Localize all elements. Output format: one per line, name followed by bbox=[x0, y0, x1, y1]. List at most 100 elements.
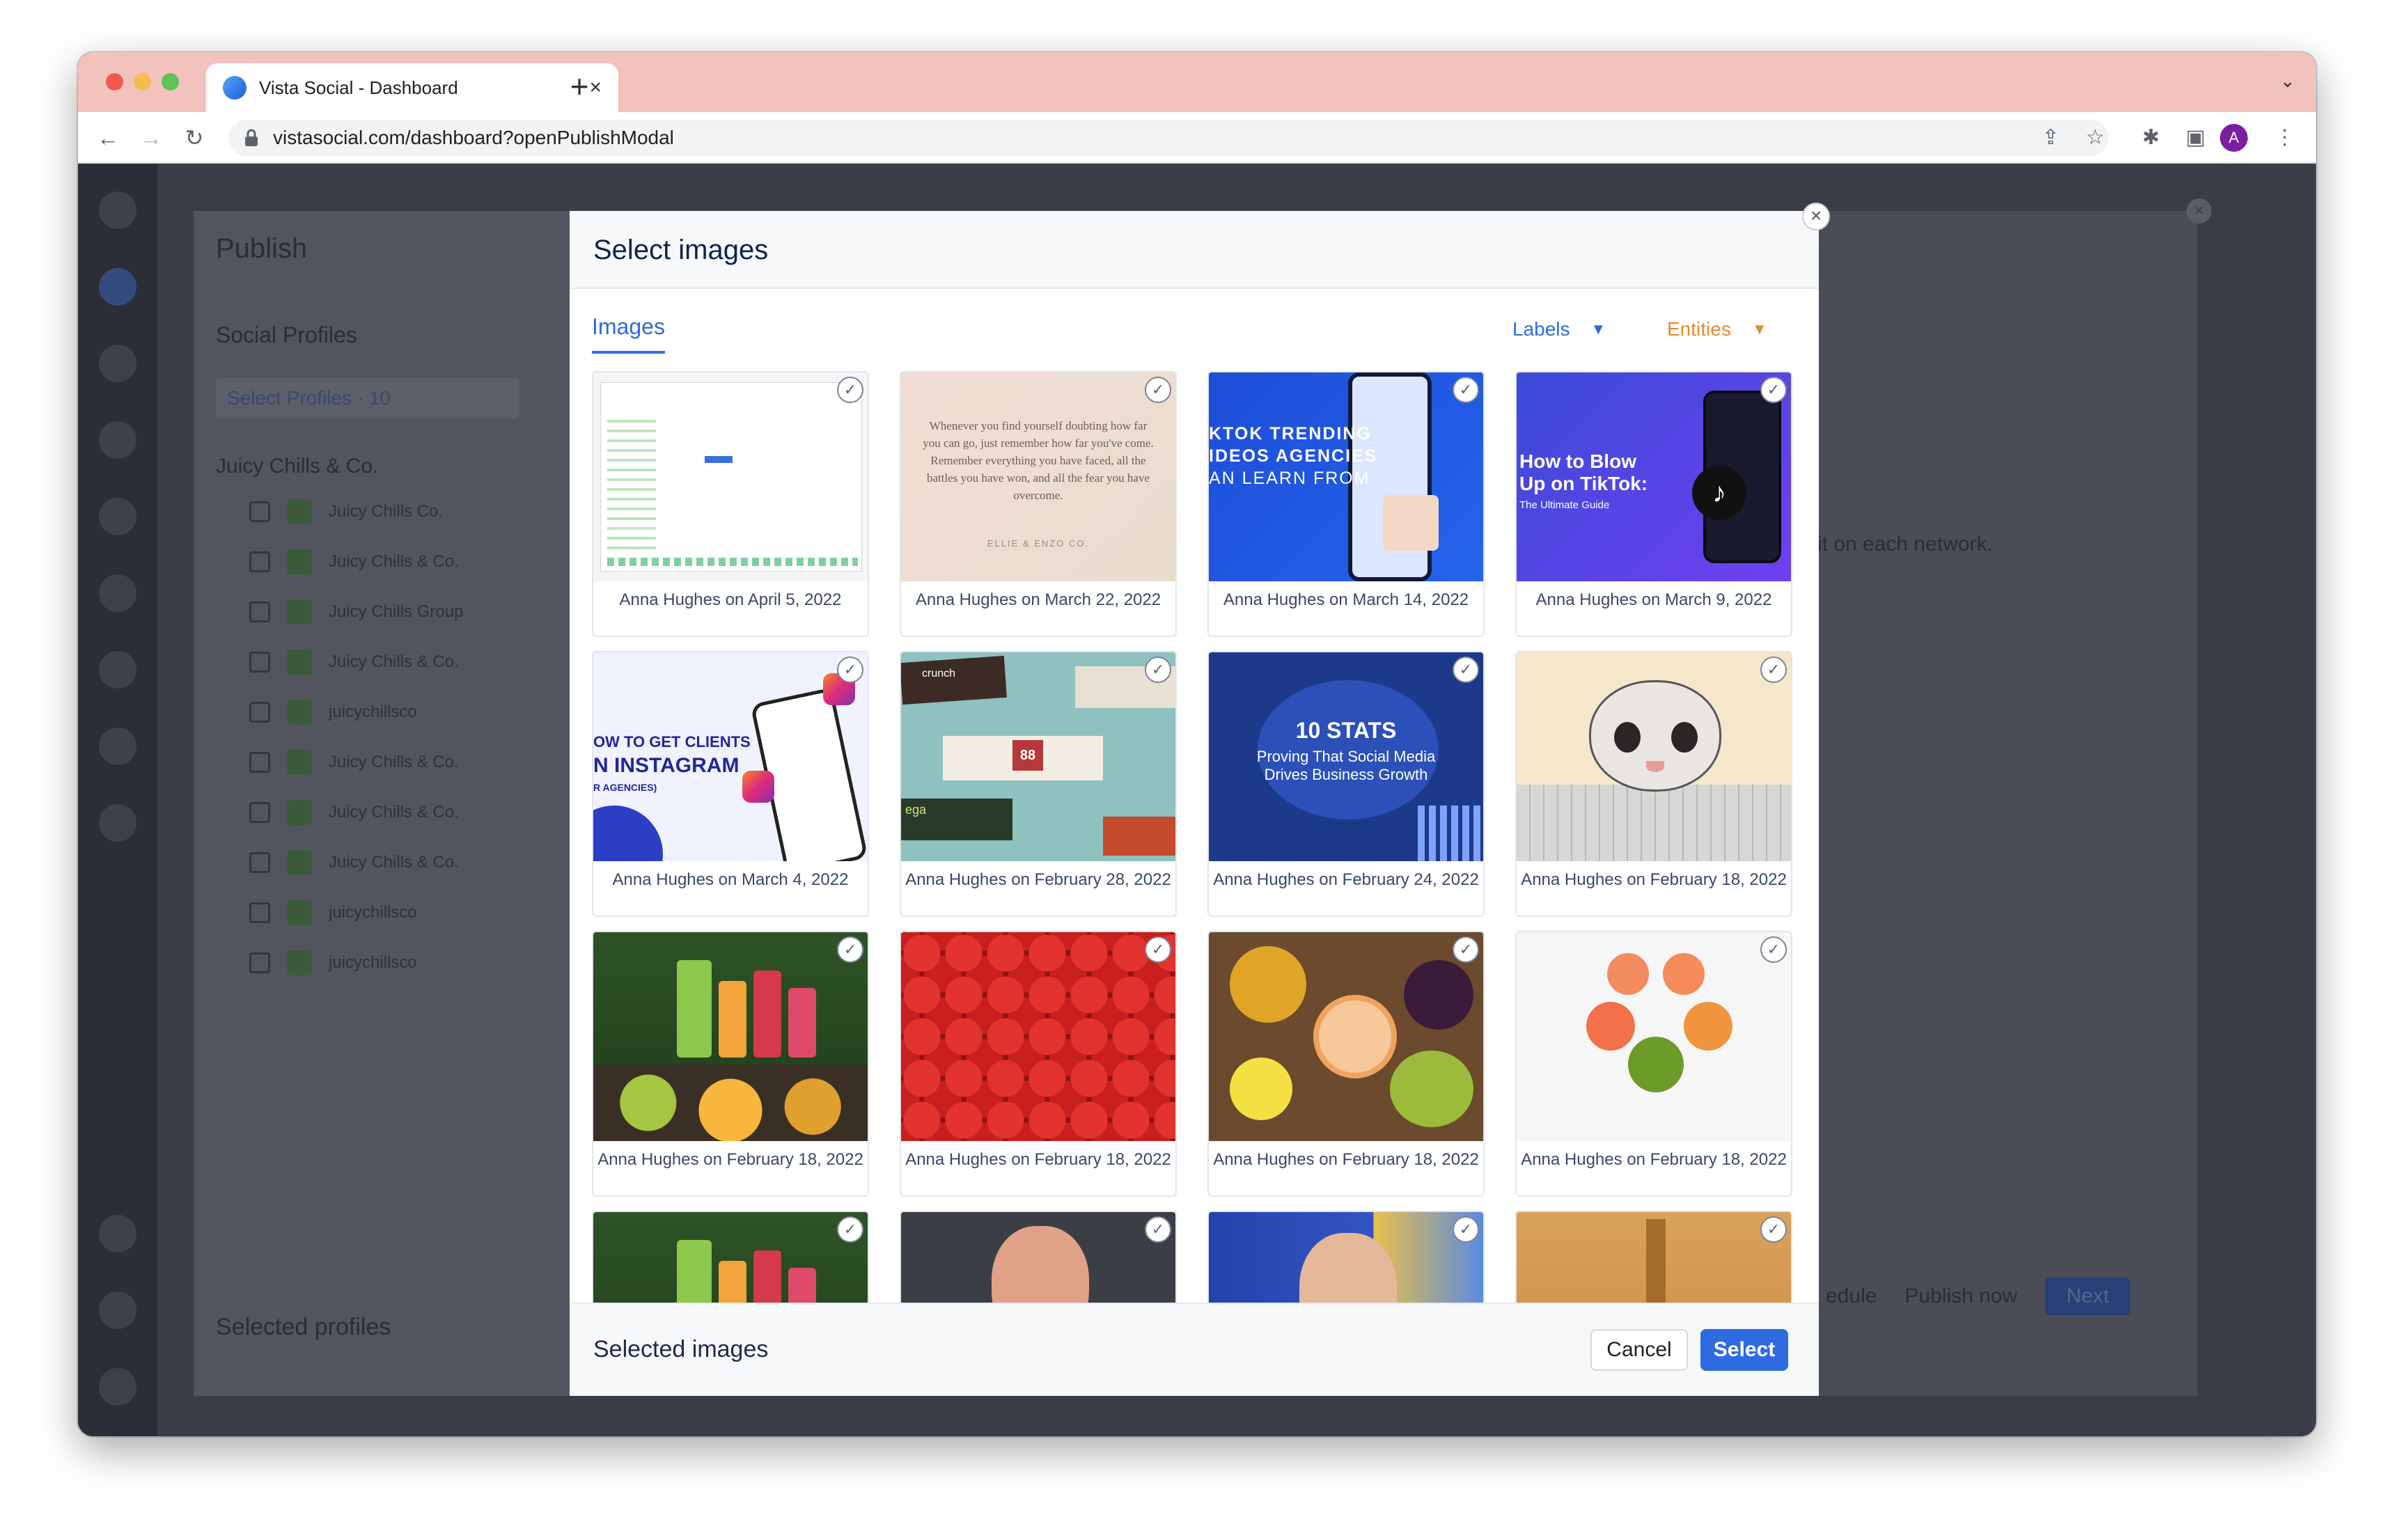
image-card[interactable]: ✓ bbox=[1207, 1211, 1485, 1303]
extensions-icon[interactable]: ✱ bbox=[2135, 122, 2167, 154]
image-thumbnail[interactable]: ♪ How to Blow Up on TikTok: The Ultimate Gu… bbox=[1517, 372, 1791, 581]
calendar-icon[interactable] bbox=[99, 421, 136, 459]
schedule-option[interactable]: edule bbox=[1826, 1284, 1877, 1308]
image-card[interactable]: ✓ Anna Hughes on February 18, 2022 bbox=[1207, 931, 1485, 1197]
profile-row[interactable]: juicychillsco bbox=[249, 700, 417, 725]
select-check-icon[interactable]: ✓ bbox=[1760, 377, 1787, 403]
image-card[interactable]: ✓ Anna Hughes on February 18, 2022 bbox=[900, 931, 1177, 1197]
image-card[interactable]: ✓ bbox=[900, 1211, 1177, 1303]
profile-checkbox[interactable] bbox=[249, 501, 270, 522]
maximize-window-icon[interactable] bbox=[162, 73, 179, 91]
profile-checkbox[interactable] bbox=[249, 702, 270, 723]
image-thumbnail[interactable] bbox=[901, 932, 1175, 1141]
select-check-icon[interactable]: ✓ bbox=[1453, 657, 1479, 683]
profile-row[interactable]: juicychillsco bbox=[249, 900, 417, 925]
image-thumbnail[interactable] bbox=[593, 372, 868, 581]
profile-row[interactable]: Juicy Chills & Co. bbox=[249, 800, 459, 825]
share-icon[interactable]: ⇪ bbox=[2035, 122, 2067, 154]
forward-icon[interactable]: → bbox=[135, 122, 167, 154]
side-panel-icon[interactable]: ▣ bbox=[2180, 122, 2212, 154]
modal-close-button[interactable]: × bbox=[1802, 203, 1830, 230]
select-check-icon[interactable]: ✓ bbox=[1760, 1216, 1787, 1243]
image-thumbnail[interactable] bbox=[901, 1212, 1175, 1303]
select-check-icon[interactable]: ✓ bbox=[1145, 657, 1171, 683]
profile-row[interactable]: Juicy Chills & Co. bbox=[249, 549, 459, 574]
back-icon[interactable]: ← bbox=[92, 122, 124, 154]
image-card[interactable]: Whenever you find yourself doubting how … bbox=[900, 371, 1177, 637]
select-check-icon[interactable]: ✓ bbox=[1453, 1216, 1479, 1243]
help-icon[interactable] bbox=[99, 1291, 136, 1329]
address-bar[interactable]: vistasocial.com/dashboard?openPublishMod… bbox=[228, 120, 2109, 156]
profile-checkbox[interactable] bbox=[249, 652, 270, 673]
profile-avatar[interactable]: A bbox=[2220, 124, 2248, 152]
profile-group-name[interactable]: Juicy Chills & Co. bbox=[216, 455, 378, 478]
profile-row[interactable]: juicychillsco bbox=[249, 950, 417, 975]
bookmark-star-icon[interactable]: ☆ bbox=[2079, 122, 2111, 154]
image-thumbnail[interactable]: OW TO GET CLIENTS N INSTAGRAM R AGENCIES) bbox=[593, 652, 868, 861]
select-check-icon[interactable]: ✓ bbox=[837, 936, 863, 963]
browser-tab[interactable]: Vista Social - Dashboard × bbox=[206, 63, 618, 112]
profile-checkbox[interactable] bbox=[249, 902, 270, 923]
entities-filter[interactable]: Entities ▼ bbox=[1667, 318, 1767, 340]
select-check-icon[interactable]: ✓ bbox=[837, 1216, 863, 1243]
publish-icon[interactable] bbox=[99, 345, 136, 382]
image-thumbnail[interactable] bbox=[1517, 652, 1791, 861]
pin-icon[interactable] bbox=[99, 728, 136, 765]
add-icon[interactable] bbox=[99, 1215, 136, 1252]
labels-filter[interactable]: Labels ▼ bbox=[1512, 318, 1606, 340]
minimize-window-icon[interactable] bbox=[134, 73, 151, 91]
profile-row[interactable]: Juicy Chills Group bbox=[249, 599, 463, 624]
image-card[interactable]: ♪ How to Blow Up on TikTok: The Ultimate Gu… bbox=[1515, 371, 1792, 637]
home-icon[interactable] bbox=[99, 268, 136, 306]
image-card[interactable]: ✓ bbox=[592, 1211, 869, 1303]
profile-checkbox[interactable] bbox=[249, 952, 270, 973]
tab-images[interactable]: Images bbox=[592, 314, 665, 354]
select-check-icon[interactable]: ✓ bbox=[1453, 377, 1479, 403]
reload-icon[interactable]: ↻ bbox=[178, 122, 210, 154]
inbox-icon[interactable] bbox=[99, 498, 136, 535]
select-button[interactable]: Select bbox=[1700, 1329, 1788, 1371]
image-card[interactable]: 10 STATS Proving That Social Media Drives … bbox=[1207, 651, 1485, 917]
browser-menu-icon[interactable]: ⋮ bbox=[2269, 122, 2301, 154]
profile-checkbox[interactable] bbox=[249, 551, 270, 572]
image-card[interactable]: 88 ega crunch ✓ Anna Hughes on February 28, … bbox=[900, 651, 1177, 917]
image-thumbnail[interactable] bbox=[593, 1212, 868, 1303]
new-tab-button[interactable]: + bbox=[558, 68, 600, 105]
listening-icon[interactable] bbox=[99, 574, 136, 612]
select-check-icon[interactable]: ✓ bbox=[1145, 1216, 1171, 1243]
select-check-icon[interactable]: ✓ bbox=[1760, 657, 1787, 683]
image-thumbnail[interactable] bbox=[593, 932, 868, 1141]
select-check-icon[interactable]: ✓ bbox=[1453, 936, 1479, 963]
tab-search-chevron-icon[interactable]: ⌄ bbox=[2280, 70, 2295, 92]
publish-close-icon[interactable]: × bbox=[2186, 198, 2212, 223]
image-thumbnail[interactable]: 10 STATS Proving That Social Media Drives … bbox=[1209, 652, 1483, 861]
account-icon[interactable] bbox=[99, 1368, 136, 1406]
image-card[interactable]: ✓ Anna Hughes on February 18, 2022 bbox=[592, 931, 869, 1197]
publish-now-option[interactable]: Publish now bbox=[1904, 1284, 2017, 1308]
image-thumbnail[interactable] bbox=[1209, 932, 1483, 1141]
image-card[interactable]: ✓ Anna Hughes on February 18, 2022 bbox=[1515, 651, 1792, 917]
image-thumbnail[interactable] bbox=[1209, 1212, 1483, 1303]
image-card[interactable]: ✓ bbox=[1515, 1211, 1792, 1303]
profile-checkbox[interactable] bbox=[249, 852, 270, 873]
select-check-icon[interactable]: ✓ bbox=[1145, 377, 1171, 403]
select-check-icon[interactable]: ✓ bbox=[1760, 936, 1787, 963]
profile-row[interactable]: Juicy Chills Co. bbox=[249, 499, 443, 524]
image-card[interactable]: ✓ Anna Hughes on April 5, 2022 bbox=[592, 371, 869, 637]
image-card[interactable]: KTOK TRENDING IDEOS AGENCIES AN LEARN FROM… bbox=[1207, 371, 1485, 637]
image-card[interactable]: ✓ Anna Hughes on February 18, 2022 bbox=[1515, 931, 1792, 1197]
next-button[interactable]: Next bbox=[2045, 1278, 2131, 1315]
profile-checkbox[interactable] bbox=[249, 602, 270, 622]
profile-checkbox[interactable] bbox=[249, 752, 270, 773]
select-check-icon[interactable]: ✓ bbox=[837, 377, 863, 403]
image-thumbnail[interactable] bbox=[1517, 932, 1791, 1141]
cancel-button[interactable]: Cancel bbox=[1590, 1329, 1688, 1371]
image-thumbnail[interactable]: 88 ega crunch bbox=[901, 652, 1175, 861]
image-thumbnail[interactable] bbox=[1517, 1212, 1791, 1303]
close-window-icon[interactable] bbox=[106, 73, 123, 91]
reports-icon[interactable] bbox=[99, 804, 136, 842]
profile-row[interactable]: Juicy Chills & Co. bbox=[249, 850, 459, 875]
profile-row[interactable]: Juicy Chills & Co. bbox=[249, 750, 459, 775]
settings-icon[interactable] bbox=[99, 651, 136, 689]
profile-row[interactable]: Juicy Chills & Co. bbox=[249, 650, 459, 675]
